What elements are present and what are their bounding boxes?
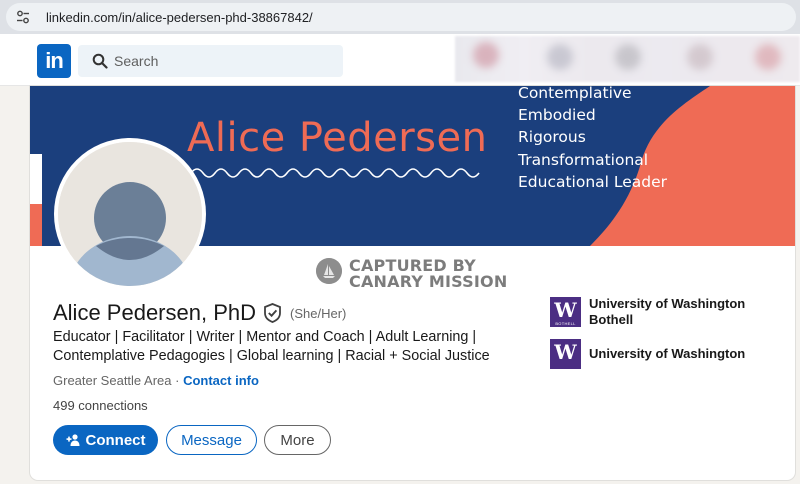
url-bar[interactable]: linkedin.com/in/alice-pedersen-phd-38867… [6,3,796,31]
location-separator: · [171,373,184,388]
banner-word: Rigorous [518,128,586,147]
profile-headline: Educator | Facilitator | Writer | Mentor… [53,329,490,364]
banner-word: Educational Leader [518,172,668,191]
watermark-line-2: CANARY MISSION [349,272,508,291]
banner-word: Embodied [518,106,596,125]
search-input[interactable] [114,45,334,77]
linkedin-logo[interactable]: in [37,44,71,78]
profile-name: Alice Pedersen, PhD [53,300,256,325]
contact-info-link[interactable]: Contact info [183,373,259,388]
more-label: More [280,431,315,449]
education-name: University of Washington [589,346,746,361]
uw-logo: W [550,339,581,369]
add-person-icon [66,434,79,446]
profile-card: Alice Pedersen Contemplative Embodied Ri… [30,86,795,480]
message-button[interactable]: Message [166,425,257,455]
message-label: Message [181,431,242,449]
uw-bothell-logo: W BOTHELL [550,297,581,327]
tune-icon[interactable] [16,10,30,24]
more-button[interactable]: More [264,425,331,455]
search-box[interactable] [78,45,343,77]
ship-icon [316,258,342,284]
banner-word-list: Contemplative Embodied Rigorous Transfor… [518,86,667,193]
connections-count[interactable]: 499 connections [53,398,148,413]
person-silhouette-icon [58,142,202,286]
banner-wave-decoration [191,168,480,178]
url-text[interactable]: linkedin.com/in/alice-pedersen-phd-38867… [46,10,313,25]
banner-word: Contemplative [518,86,632,102]
browser-address-bar: linkedin.com/in/alice-pedersen-phd-38867… [0,0,800,34]
search-icon [92,53,108,69]
redacted-nav-icons [455,36,800,82]
verified-shield-icon[interactable] [263,303,282,323]
uw-logo-subtext: BOTHELL [555,321,576,326]
education-item-uw[interactable]: W University of Washington [550,339,749,369]
banner-name: Alice Pedersen [187,115,488,161]
education-item-uw-bothell[interactable]: W BOTHELL University of Washington Bothe… [550,296,749,327]
linkedin-nav: in [0,34,800,86]
avatar[interactable] [54,138,206,290]
connect-button[interactable]: Connect [53,425,158,455]
avatar-placeholder [58,142,202,286]
uw-logo-letter: W [554,298,577,322]
banner-word: Transformational [518,150,649,169]
pronouns: (She/Her) [290,306,347,321]
education-name: University of Washington Bothell [589,296,746,327]
connect-label: Connect [85,431,146,449]
uw-logo-letter: W [554,340,577,364]
location-row: Greater Seattle Area · Contact info [53,373,259,388]
location-text: Greater Seattle Area [53,373,172,388]
